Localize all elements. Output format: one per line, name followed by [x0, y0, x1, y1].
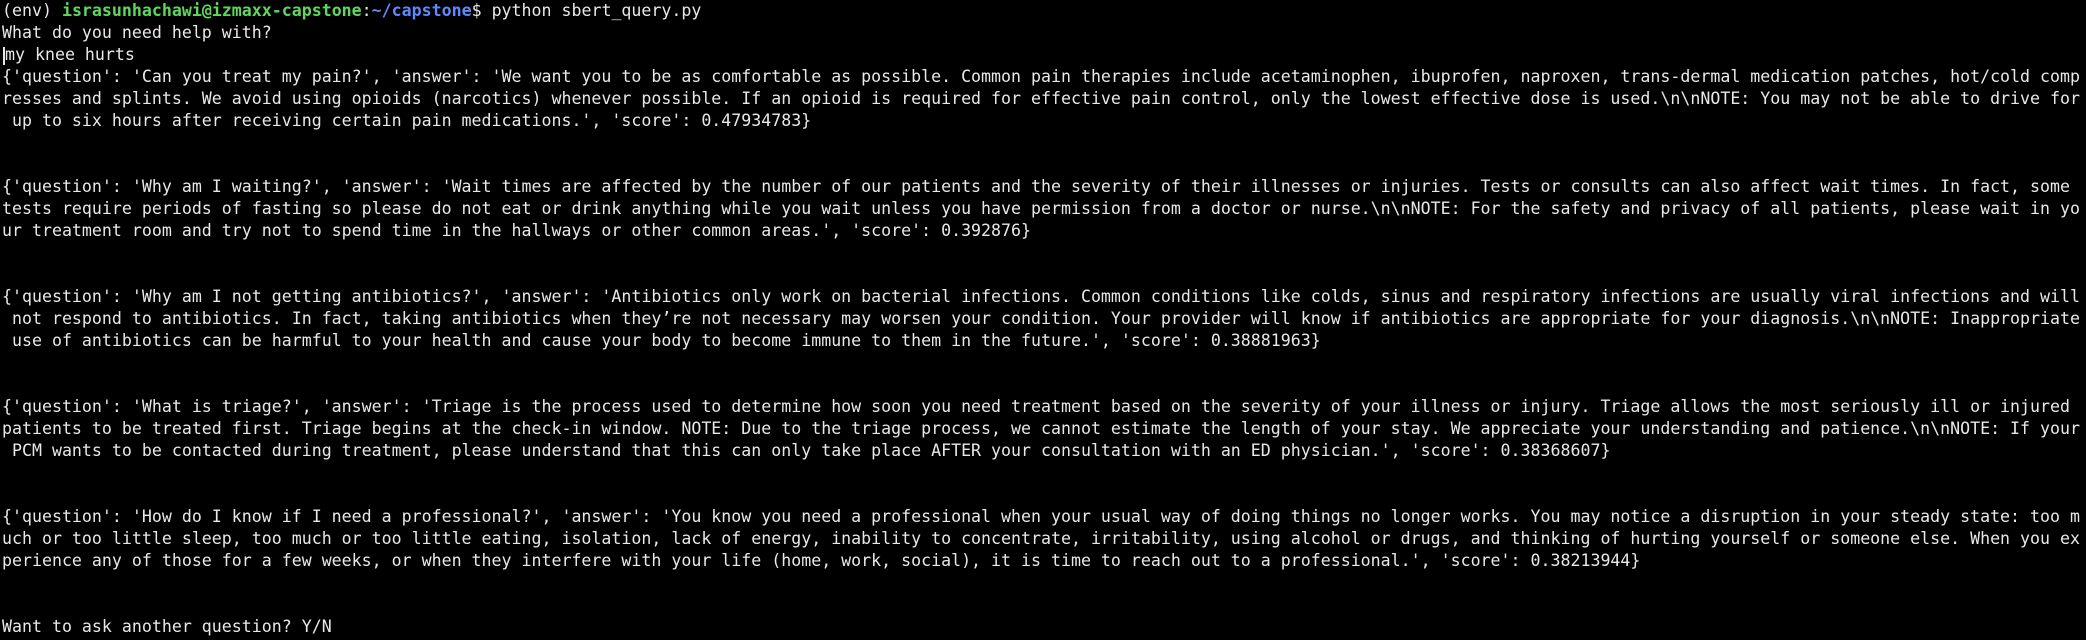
result-line: PCM wants to be contacted during treatme…	[2, 441, 1611, 460]
result-line: tests require periods of fasting so plea…	[2, 199, 2080, 218]
prompt-symbol: $	[471, 1, 492, 20]
question-prompt: What do you need help with?	[2, 23, 272, 42]
result-block: {'question': 'Why am I waiting?', 'answe…	[2, 176, 2086, 242]
user-host: israsunhachawi@izmaxx-capstone	[61, 1, 362, 20]
result-line: use of antibiotics can be harmful to you…	[2, 331, 1321, 350]
result-line: {'question': 'How do I know if I need a …	[2, 507, 2080, 526]
result-line: {'question': 'Why am I not getting antib…	[2, 287, 2080, 306]
result-block: {'question': 'What is triage?', 'answer'…	[2, 396, 2086, 462]
current-directory: ~/capstone	[371, 1, 472, 20]
followup-prompt: Want to ask another question? Y/N	[2, 617, 332, 636]
result-line: ur treatment room and try not to spend t…	[2, 221, 1031, 240]
result-block: {'question': 'Why am I not getting antib…	[2, 286, 2086, 352]
result-block: {'question': 'How do I know if I need a …	[2, 506, 2086, 572]
result-line: {'question': 'Why am I waiting?', 'answe…	[2, 177, 2070, 196]
command-prompt-line: (env) israsunhachawi@izmaxx-capstone:~/c…	[2, 0, 2086, 22]
user-input-line: my knee hurts	[2, 44, 2086, 66]
result-line: perience any of those for a few weeks, o…	[2, 551, 1641, 570]
result-line: up to six hours after receiving certain …	[2, 111, 812, 130]
result-line: not respond to antibiotics. In fact, tak…	[2, 309, 2080, 328]
result-line: patients to be treated first. Triage beg…	[2, 419, 2080, 438]
result-line: {'question': 'Can you treat my pain?', '…	[2, 67, 2080, 86]
command-text: python sbert_query.py	[491, 1, 702, 20]
prompt-separator: :	[361, 1, 372, 20]
result-line: uch or too little sleep, too much or too…	[2, 529, 2080, 548]
env-indicator: (env)	[2, 1, 62, 20]
result-line: resses and splints. We avoid using opioi…	[2, 89, 2080, 108]
result-block: {'question': 'Can you treat my pain?', '…	[2, 66, 2086, 132]
user-input: my knee hurts	[5, 45, 135, 64]
terminal-window[interactable]: (env) israsunhachawi@izmaxx-capstone:~/c…	[0, 0, 2086, 640]
result-line: {'question': 'What is triage?', 'answer'…	[2, 397, 2070, 416]
